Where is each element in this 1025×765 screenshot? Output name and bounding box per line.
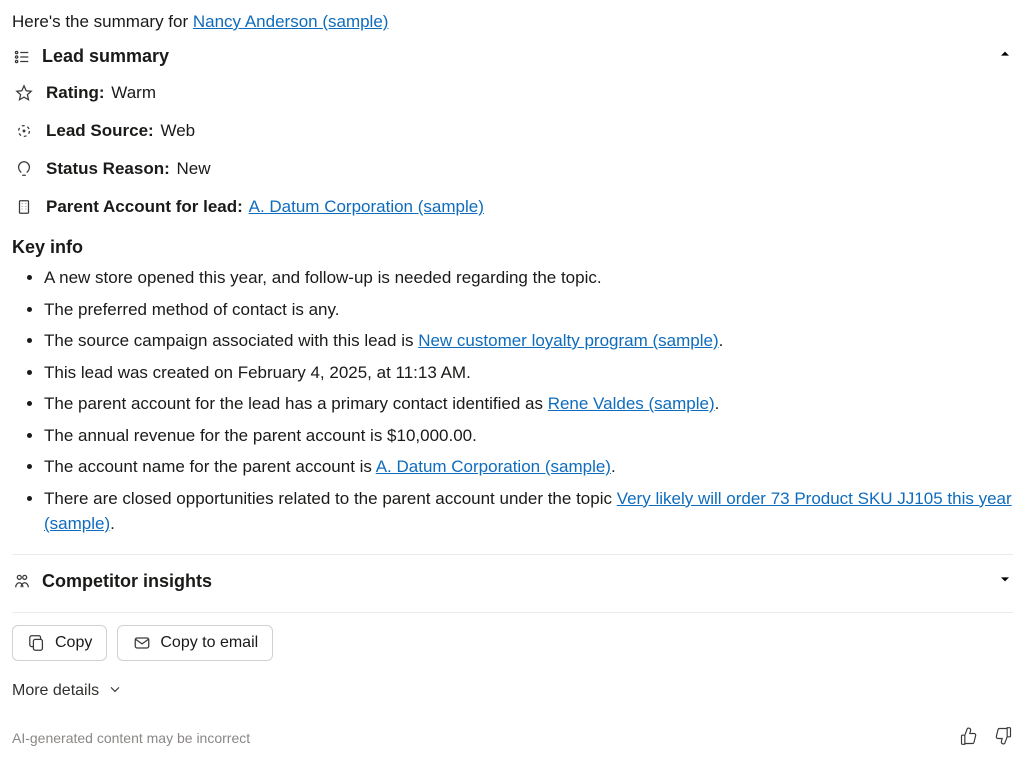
ai-disclaimer: AI-generated content may be incorrect	[12, 730, 250, 746]
thumbs-down-button[interactable]	[993, 726, 1013, 751]
action-buttons: Copy Copy to email	[12, 625, 1013, 661]
status-reason-label: Status Reason	[46, 159, 170, 178]
target-icon	[14, 121, 34, 141]
feedback-controls	[959, 726, 1013, 751]
key-info-item: The annual revenue for the parent accoun…	[44, 420, 1013, 452]
intro-line: Here's the summary for Nancy Anderson (s…	[12, 12, 1013, 32]
key-info-title: Key info	[12, 237, 1013, 258]
lightbulb-icon	[14, 159, 34, 179]
competitor-insights-header[interactable]: Competitor insights	[12, 567, 1013, 600]
more-details-toggle[interactable]: More details	[12, 681, 123, 702]
key-info-list: A new store opened this year, and follow…	[12, 262, 1013, 540]
intro-prefix: Here's the summary for	[12, 12, 193, 31]
mail-icon	[132, 633, 152, 653]
copy-to-email-label: Copy to email	[160, 634, 258, 652]
parent-account-link[interactable]: A. Datum Corporation (sample)	[249, 197, 484, 216]
footer-row: AI-generated content may be incorrect	[12, 726, 1013, 751]
campaign-link[interactable]: New customer loyalty program (sample)	[418, 331, 718, 350]
rating-row: Rating Warm	[12, 77, 1013, 115]
key-info-item: This lead was created on February 4, 202…	[44, 357, 1013, 389]
lead-source-value: Web	[160, 121, 195, 140]
competitor-insights-title: Competitor insights	[42, 571, 212, 592]
key-info-item: The parent account for the lead has a pr…	[44, 388, 1013, 420]
key-info-item: The account name for the parent account …	[44, 451, 1013, 483]
primary-contact-link[interactable]: Rene Valdes (sample)	[548, 394, 715, 413]
competitor-icon	[12, 571, 32, 591]
more-details-label: More details	[12, 682, 99, 700]
lead-source-label: Lead Source	[46, 121, 154, 140]
key-info-item: There are closed opportunities related t…	[44, 483, 1013, 540]
key-info-item: The preferred method of contact is any.	[44, 294, 1013, 326]
star-icon	[14, 83, 34, 103]
copy-icon	[27, 633, 47, 653]
list-icon	[12, 47, 32, 67]
parent-account-label: Parent Account for lead	[46, 197, 243, 216]
copy-label: Copy	[55, 634, 92, 652]
chevron-down-icon[interactable]	[997, 571, 1013, 592]
key-info-item: The source campaign associated with this…	[44, 325, 1013, 357]
key-info-item: A new store opened this year, and follow…	[44, 262, 1013, 294]
status-reason-value: New	[177, 159, 211, 178]
rating-label: Rating	[46, 83, 105, 102]
lead-summary-title: Lead summary	[42, 46, 169, 67]
divider	[12, 612, 1013, 613]
copy-to-email-button[interactable]: Copy to email	[117, 625, 273, 661]
chevron-down-icon	[107, 681, 123, 702]
divider	[12, 554, 1013, 555]
intro-contact-link[interactable]: Nancy Anderson (sample)	[193, 12, 389, 31]
rating-value: Warm	[111, 83, 156, 102]
copy-button[interactable]: Copy	[12, 625, 107, 661]
status-reason-row: Status Reason New	[12, 153, 1013, 191]
thumbs-up-button[interactable]	[959, 726, 979, 751]
lead-summary-header[interactable]: Lead summary	[12, 40, 1013, 77]
building-icon	[14, 197, 34, 217]
account-name-link[interactable]: A. Datum Corporation (sample)	[376, 457, 611, 476]
chevron-up-icon[interactable]	[997, 46, 1013, 67]
parent-account-row: Parent Account for lead A. Datum Corpora…	[12, 191, 1013, 229]
lead-source-row: Lead Source Web	[12, 115, 1013, 153]
